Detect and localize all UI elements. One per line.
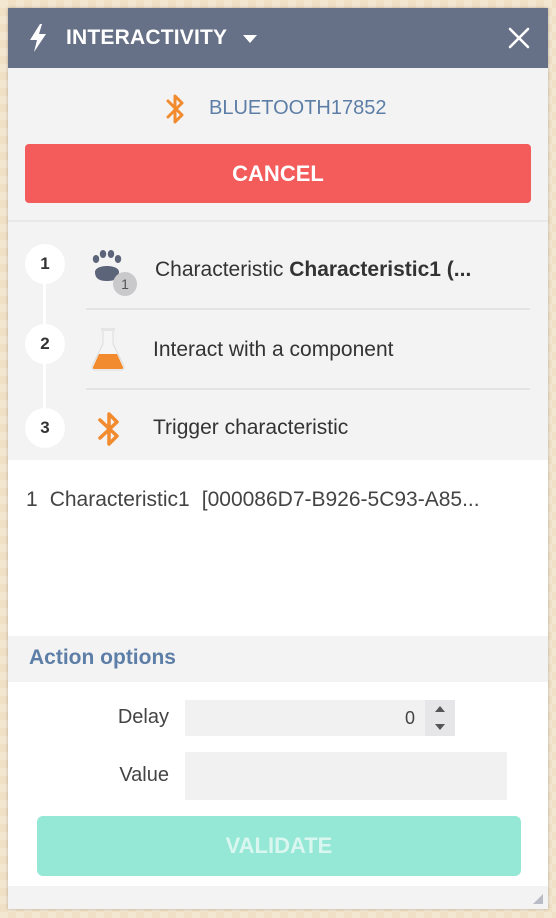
delay-stepper bbox=[425, 700, 455, 736]
steps-list: 1 1 Characteristic Characteristic1 (... … bbox=[8, 222, 548, 460]
lightning-icon bbox=[30, 24, 46, 52]
list-item-uuid: [000086D7-B926-5C93-A85... bbox=[201, 488, 480, 511]
chevron-down-icon[interactable] bbox=[243, 35, 257, 43]
delay-label: Delay bbox=[117, 706, 169, 728]
list-item-name: Characteristic1 bbox=[49, 488, 190, 511]
step-1-text[interactable]: Characteristic Characteristic1 (... bbox=[155, 258, 471, 282]
action-options-body: Delay 0 Value VALIDATE bbox=[8, 682, 548, 886]
resize-grip-icon[interactable] bbox=[532, 893, 544, 905]
action-options-header: Action options bbox=[8, 636, 548, 682]
step-number-3: 3 bbox=[25, 408, 65, 448]
device-row: BLUETOOTH17852 bbox=[8, 92, 548, 126]
panel-header: INTERACTIVITY bbox=[8, 8, 548, 68]
list-item[interactable]: 1 Characteristic1 [000086D7-B926-5C93-A85.… bbox=[26, 488, 492, 512]
flask-icon bbox=[91, 328, 125, 371]
cancel-button[interactable]: CANCEL bbox=[25, 144, 531, 203]
close-icon[interactable] bbox=[508, 27, 530, 49]
value-label: Value bbox=[119, 764, 169, 786]
step-divider bbox=[86, 388, 530, 390]
device-name: BLUETOOTH17852 bbox=[209, 97, 387, 119]
value-input[interactable] bbox=[185, 752, 507, 800]
step-1-prefix: Characteristic bbox=[155, 258, 290, 281]
characteristic-list: 1 Characteristic1 [000086D7-B926-5C93-A85.… bbox=[8, 460, 548, 636]
action-options-title: Action options bbox=[29, 646, 176, 669]
step-number-1: 1 bbox=[25, 244, 65, 284]
chevron-down-icon[interactable] bbox=[425, 718, 455, 736]
interactivity-panel: INTERACTIVITY BLUETOOTH17852 CANCEL 1 1 … bbox=[8, 8, 548, 909]
step-divider bbox=[86, 308, 530, 310]
bluetooth-icon bbox=[98, 412, 119, 446]
delay-input[interactable]: 0 bbox=[185, 700, 425, 736]
chevron-up-icon[interactable] bbox=[425, 700, 455, 718]
step-number-2: 2 bbox=[25, 324, 65, 364]
bluetooth-icon bbox=[166, 94, 184, 124]
step-2-text[interactable]: Interact with a component bbox=[153, 338, 393, 362]
validate-button[interactable]: VALIDATE bbox=[37, 816, 521, 876]
count-badge: 1 bbox=[113, 272, 137, 296]
panel-title[interactable]: INTERACTIVITY bbox=[66, 26, 227, 50]
step-3-text[interactable]: Trigger characteristic bbox=[153, 416, 348, 440]
list-item-index: 1 bbox=[26, 488, 38, 511]
step-1-characteristic: Characteristic1 (... bbox=[289, 258, 472, 281]
